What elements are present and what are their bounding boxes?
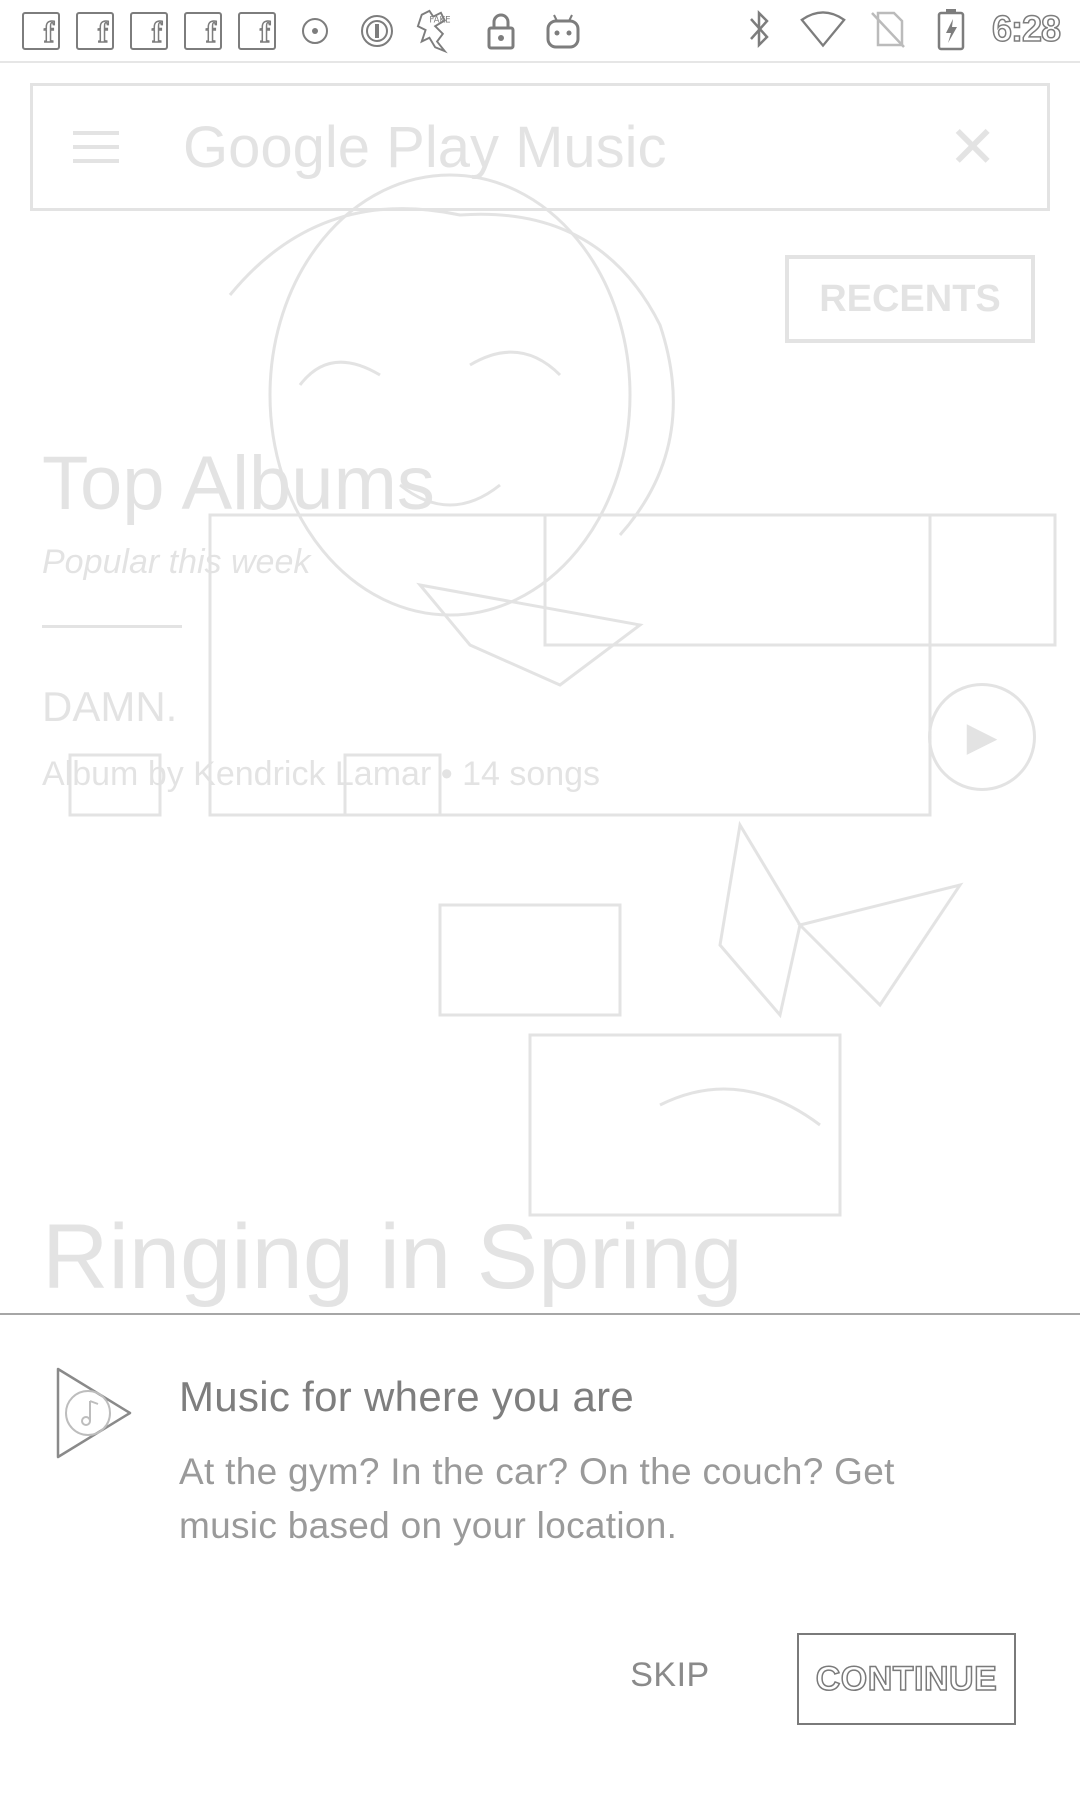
- play-music-logo-icon: [44, 1357, 140, 1469]
- menu-icon[interactable]: [73, 131, 143, 163]
- sheet-description: At the gym? In the car? On the couch? Ge…: [179, 1451, 895, 1546]
- facebook-icon: f: [184, 12, 222, 50]
- notification-icons: f f f f f FAKE: [22, 8, 586, 54]
- record-dot-icon: [292, 8, 338, 54]
- play-button[interactable]: ▶: [928, 683, 1036, 791]
- close-icon[interactable]: ✕: [948, 113, 997, 181]
- location-prompt-sheet: Music for where you are At the gym? In t…: [0, 1313, 1080, 1794]
- circle-i-icon: [354, 8, 400, 54]
- background-app-content: Google Play Music ✕ RECENTS Top Albums P…: [0, 65, 1080, 1313]
- clock: 6:28: [991, 7, 1062, 50]
- section-title: Top Albums: [42, 441, 435, 526]
- bluetooth-icon: [736, 6, 782, 52]
- facebook-icon: f: [76, 12, 114, 50]
- album-title[interactable]: DAMN.: [42, 683, 177, 731]
- svg-text:FAKE: FAKE: [429, 15, 450, 25]
- facebook-icon: f: [238, 12, 276, 50]
- system-icons: 6:28: [736, 6, 1062, 52]
- app-title: Google Play Music: [183, 114, 667, 180]
- android-bot-icon: [540, 8, 586, 54]
- battery-charging-icon: [928, 6, 974, 52]
- skip-button[interactable]: SKIP: [620, 1635, 720, 1715]
- sheet-title: Music for where you are: [179, 1373, 635, 1420]
- facebook-icon: f: [130, 12, 168, 50]
- album-subtitle: Album by Kendrick Lamar • 14 songs: [42, 755, 601, 793]
- section-subtitle: Popular this week: [42, 543, 311, 581]
- wifi-icon: [800, 6, 846, 52]
- status-bar: f f f f f FAKE 6:28: [0, 0, 1080, 63]
- no-sim-icon: [864, 6, 910, 52]
- fake-gps-icon: FAKE: [416, 8, 462, 54]
- divider: [42, 625, 182, 628]
- facebook-icon: f: [22, 12, 60, 50]
- play-icon: ▶: [966, 715, 998, 759]
- lock-icon: [478, 8, 524, 54]
- recents-button[interactable]: RECENTS: [785, 255, 1035, 343]
- search-bar[interactable]: Google Play Music ✕: [30, 83, 1050, 211]
- section-title-secondary: Ringing in Spring: [42, 1206, 743, 1308]
- continue-button[interactable]: CONTINUE: [797, 1633, 1016, 1725]
